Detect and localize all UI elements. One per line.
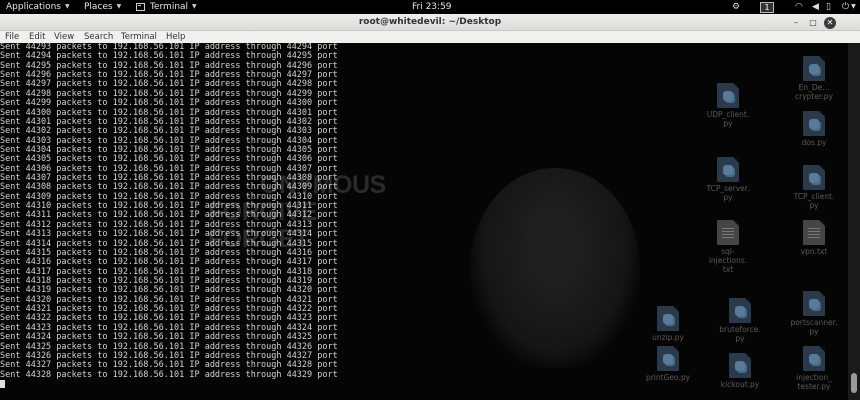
places-menu[interactable]: Places ▼ [84, 0, 121, 14]
menu-terminal[interactable]: Terminal [121, 31, 157, 43]
menu-search[interactable]: Search [84, 31, 113, 43]
python-file-icon [657, 346, 679, 371]
desktop-icon-injection-tester[interactable]: injection_ tester.py [786, 346, 842, 391]
terminal-lines: Sent 44293 packets to 192.168.56.101 IP … [0, 43, 338, 390]
power-icon[interactable]: ⏻ ▼ [842, 0, 856, 14]
workspace-number: 1 [760, 1, 774, 13]
desktop-icon-label: portscanner. py [790, 318, 838, 336]
terminal-app-label: Terminal [150, 2, 189, 12]
places-label: Places [84, 2, 113, 12]
chevron-down-icon: ▼ [64, 3, 70, 10]
menu-file[interactable]: File [5, 31, 19, 43]
desktop-icon-label: TCP_server. py [706, 184, 750, 202]
minimize-button[interactable]: – [790, 17, 802, 29]
menu-help[interactable]: Help [166, 31, 185, 43]
menu-edit[interactable]: Edit [29, 31, 45, 43]
text-file-icon [803, 220, 825, 245]
desktop-icon-udp-client[interactable]: UDP_client. py [700, 83, 756, 128]
python-file-icon [803, 165, 825, 190]
window-titlebar[interactable]: root@whitedevil: ~/Desktop – □ ✕ [0, 14, 860, 31]
desktop-icon-label: unzip.py [652, 333, 684, 342]
python-file-icon [717, 83, 739, 108]
desktop-icon-portscanner[interactable]: portscanner. py [786, 291, 842, 336]
scrollbar-thumb[interactable] [851, 373, 857, 393]
menu-view[interactable]: View [54, 31, 74, 43]
desktop-icon-unzip[interactable]: unzip.py [640, 306, 696, 342]
chevron-down-icon: ▼ [116, 3, 122, 10]
terminal-icon [136, 3, 145, 11]
battery-icon[interactable]: ▯ [826, 0, 831, 14]
accessibility-icon[interactable]: ⚙ [732, 0, 740, 14]
workspace-indicator[interactable]: 1 [760, 0, 774, 14]
desktop-icon-sql-injections[interactable]: sql- injections. txt [700, 220, 756, 274]
desktop-icon-printgeo[interactable]: printGeo.py [640, 346, 696, 382]
desktop-icon-label: UDP_client. py [706, 110, 750, 128]
chevron-down-icon: ▼ [192, 3, 197, 10]
python-file-icon [803, 111, 825, 136]
desktop-icon-label: kickout.py [720, 380, 760, 389]
desktop-icon-label: injection_ tester.py [796, 373, 832, 391]
desktop-icon-vpn[interactable]: vpn.txt [786, 220, 842, 256]
desktop-icon-label: printGeo.py [645, 373, 691, 382]
python-file-icon [803, 56, 825, 81]
desktop-icon-label: dos.py [801, 138, 827, 147]
cursor-block [0, 379, 5, 388]
mask-face [525, 208, 580, 278]
chevron-down-icon: ▼ [851, 3, 856, 10]
desktop-icon-kickout[interactable]: kickout.py [712, 353, 768, 389]
terminal-line: Sent 44328 packets to 192.168.56.101 IP … [0, 369, 338, 380]
desktop-icon-bruteforce[interactable]: bruteforce. py [712, 298, 768, 343]
terminal-output-area[interactable]: ONYMOUS FORGIVE FORGET En_De... crypter.… [0, 43, 848, 400]
window-title: root@whitedevil: ~/Desktop [358, 17, 502, 27]
desktop-icon-tcp-server[interactable]: TCP_server. py [700, 157, 756, 202]
wifi-icon[interactable]: ◠ [795, 0, 803, 14]
python-file-icon [803, 346, 825, 371]
desktop-icon-label: En_De... crypter.py [795, 83, 833, 101]
menu-bar: File Edit View Search Terminal Help [0, 31, 860, 43]
python-file-icon [657, 306, 679, 331]
clock[interactable]: Fri 23:59 [412, 0, 452, 14]
clock-label: Fri 23:59 [412, 2, 452, 12]
python-file-icon [729, 298, 751, 323]
applications-menu[interactable]: Applications ▼ [6, 0, 70, 14]
text-file-icon [717, 220, 739, 245]
applications-label: Applications [6, 2, 61, 12]
terminal-scrollbar[interactable] [848, 43, 860, 400]
desktop-icon-label: vpn.txt [800, 247, 828, 256]
maximize-button[interactable]: □ [807, 17, 819, 29]
desktop-icon-en-de-crypter[interactable]: En_De... crypter.py [786, 56, 842, 101]
top-panel: Applications ▼ Places ▼ Terminal ▼ Fri 2… [0, 0, 860, 14]
python-file-icon [717, 157, 739, 182]
python-file-icon [729, 353, 751, 378]
terminal-app-menu[interactable]: Terminal ▼ [136, 0, 197, 14]
desktop-icon-tcp-client[interactable]: TCP_client. py [786, 165, 842, 210]
desktop-icon-dos[interactable]: dos.py [786, 111, 842, 147]
close-button[interactable]: ✕ [824, 17, 836, 29]
python-file-icon [803, 291, 825, 316]
desktop-icon-label: TCP_client. py [793, 192, 835, 210]
volume-icon[interactable]: ◀ [812, 0, 819, 14]
desktop-icon-label: bruteforce. py [719, 325, 761, 343]
terminal-prompt-line[interactable] [0, 379, 338, 390]
desktop-icon-label: sql- injections. txt [708, 247, 748, 274]
